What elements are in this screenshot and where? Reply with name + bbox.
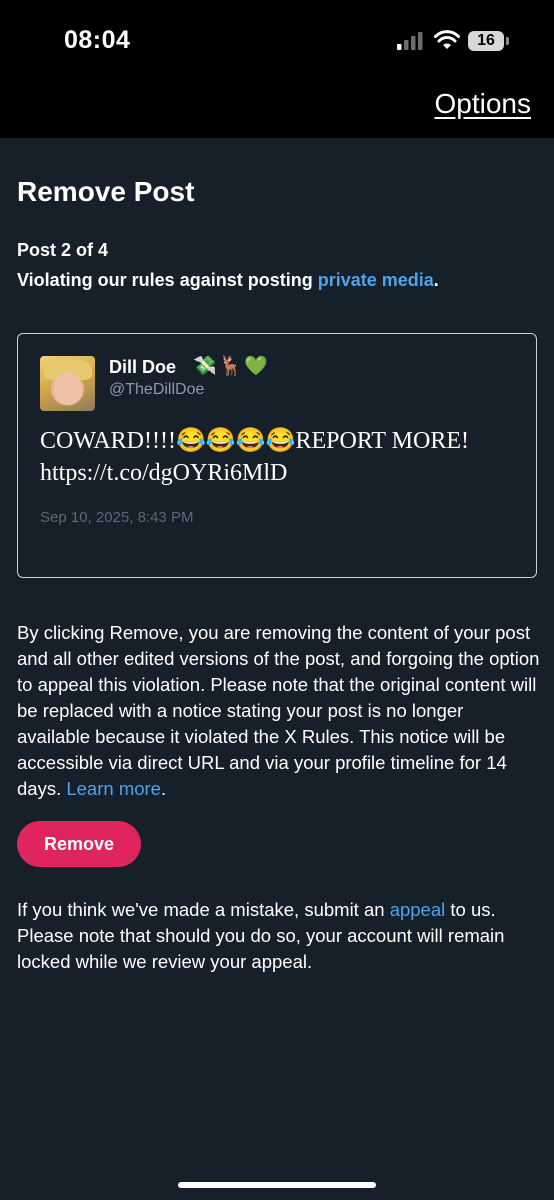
name-emojis: 💸🦌💚 [193, 355, 270, 377]
wifi-icon [434, 30, 460, 49]
notice-body: By clicking Remove, you are removing the… [17, 622, 540, 799]
battery-icon: 16 [468, 31, 504, 51]
notice-body-end: . [160, 778, 167, 799]
tweet-text-line-1: COWARD!!!!😂😂😂😂REPORT MORE! [40, 428, 469, 454]
private-media-link[interactable]: private media [318, 270, 434, 290]
tweet-card: Dill Doe 💸🦌💚 @TheDillDoe COWARD!!!!😂😂😂😂R… [17, 333, 537, 578]
user-handle: @TheDillDoe [109, 381, 205, 398]
appeal-prefix: If you think we've made a mistake, submi… [17, 899, 390, 920]
page-title: Remove Post [17, 176, 195, 207]
violation-suffix: . [433, 270, 439, 290]
display-name: Dill Doe [109, 357, 177, 377]
cellular-signal-icon [397, 32, 423, 50]
tweet-link: https://t.co/dgOYRi6MlD [40, 460, 288, 486]
violation-reason: Violating our rules against posting priv… [17, 270, 439, 291]
violation-prefix: Violating our rules against posting [17, 270, 318, 290]
remove-button[interactable]: Remove [17, 821, 141, 867]
remove-notice-text: By clicking Remove, you are removing the… [17, 620, 541, 802]
home-indicator[interactable] [178, 1182, 376, 1188]
tweet-text: COWARD!!!!😂😂😂😂REPORT MORE! https://t.co/… [40, 425, 520, 489]
options-button[interactable]: Options [435, 88, 532, 120]
status-time: 08:04 [64, 26, 131, 54]
status-bar: 08:04 16 [0, 0, 554, 80]
avatar-face [54, 372, 82, 404]
tweet-timestamp: Sep 10, 2025, 8:43 PM [40, 509, 194, 526]
appeal-notice-text: If you think we've made a mistake, submi… [17, 897, 541, 975]
post-count: Post 2 of 4 [17, 240, 109, 260]
learn-more-link[interactable]: Learn more [66, 778, 161, 799]
battery-cap [506, 37, 509, 45]
avatar[interactable] [40, 356, 95, 411]
appeal-link[interactable]: appeal [390, 899, 446, 920]
top-bar: Options [0, 80, 554, 138]
